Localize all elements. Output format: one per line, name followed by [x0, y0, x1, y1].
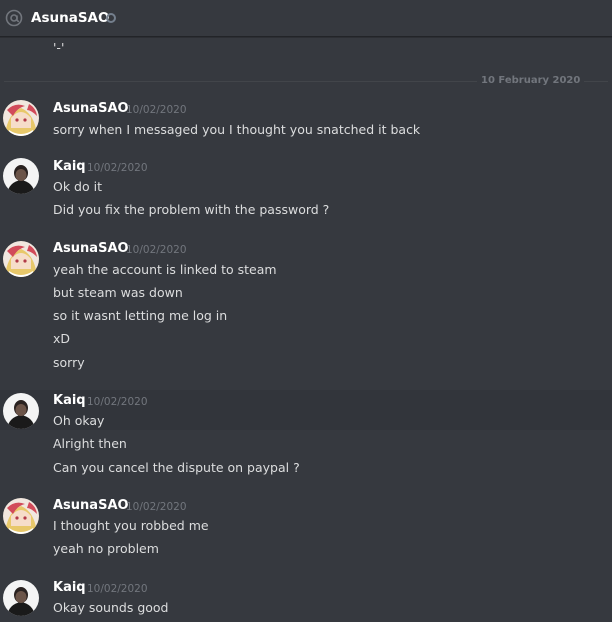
message-timestamp: 10/02/2020 — [126, 501, 187, 513]
kaiq-avatar[interactable] — [3, 580, 39, 616]
status-offline-icon — [106, 13, 116, 23]
date-divider-label: 10 February 2020 — [477, 74, 585, 88]
message-timestamp: 10/02/2020 — [126, 244, 187, 256]
message-author[interactable]: Kaiq — [53, 580, 86, 596]
asuna-avatar[interactable] — [3, 498, 39, 534]
at-icon — [5, 9, 23, 27]
message-timestamp: 10/02/2020 — [87, 162, 148, 174]
message-text: yeah the account is linked to steam — [53, 262, 277, 277]
kaiq-avatar[interactable] — [3, 393, 39, 429]
message-author[interactable]: AsunaSAO — [53, 241, 129, 257]
asuna-avatar[interactable] — [3, 100, 39, 136]
message-text: sorry when I messaged you I thought you … — [53, 122, 421, 137]
message-author[interactable]: AsunaSAO — [53, 498, 129, 514]
message-text: but steam was down — [53, 285, 183, 300]
message-text: so it wasnt letting me log in — [53, 308, 228, 323]
message-timestamp: 10/02/2020 — [126, 104, 187, 116]
message-text: yeah no problem — [53, 541, 159, 556]
message-author[interactable]: Kaiq — [53, 393, 86, 409]
channel-header: AsunaSAO — [0, 0, 612, 37]
message-text: Oh okay — [53, 413, 105, 428]
message-timestamp: 10/02/2020 — [87, 396, 148, 408]
message-author[interactable]: Kaiq — [53, 159, 86, 175]
previous-message-text: '-' — [53, 40, 65, 55]
channel-title: AsunaSAO — [31, 10, 110, 26]
kaiq-avatar[interactable] — [3, 158, 39, 194]
message-text: Okay sounds good — [53, 600, 169, 615]
asuna-avatar[interactable] — [3, 241, 39, 277]
message-text: Did you fix the problem with the passwor… — [53, 202, 330, 217]
message-text: Can you cancel the dispute on paypal ? — [53, 460, 300, 475]
message-text: sorry — [53, 355, 85, 370]
message-text: Alright then — [53, 436, 127, 451]
message-timestamp: 10/02/2020 — [87, 583, 148, 595]
message-text: xD — [53, 331, 71, 346]
message-author[interactable]: AsunaSAO — [53, 101, 129, 117]
message-text: I thought you robbed me — [53, 518, 209, 533]
message-text: Ok do it — [53, 179, 102, 194]
